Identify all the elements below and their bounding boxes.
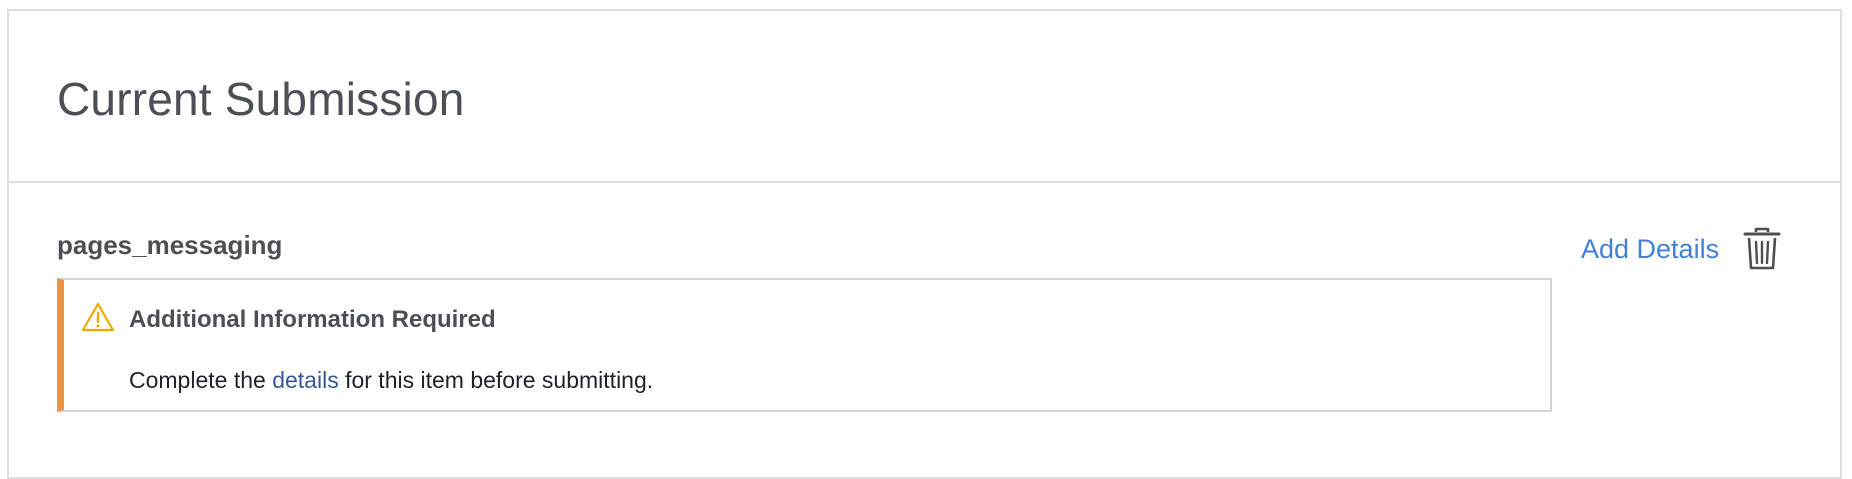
notice-title: Additional Information Required xyxy=(129,306,496,333)
notice-body: Complete the details for this item befor… xyxy=(129,365,653,395)
panel-header: Current Submission xyxy=(9,11,1840,183)
notice-body-text-after: for this item before submitting. xyxy=(338,367,654,393)
item-name: pages_messaging xyxy=(57,230,283,260)
notice-body-text-before: Complete the xyxy=(129,367,273,393)
details-link[interactable]: details xyxy=(272,367,338,393)
submission-item: pages_messaging Additional Information R… xyxy=(9,183,1840,473)
add-details-button[interactable]: Add Details xyxy=(1581,233,1719,265)
submission-panel: Current Submission pages_messaging Addit… xyxy=(7,9,1842,479)
page-title: Current Submission xyxy=(57,73,465,125)
warning-notice: Additional Information Required Complete… xyxy=(57,278,1552,412)
trash-icon[interactable] xyxy=(1742,227,1782,271)
warning-icon xyxy=(81,302,115,332)
